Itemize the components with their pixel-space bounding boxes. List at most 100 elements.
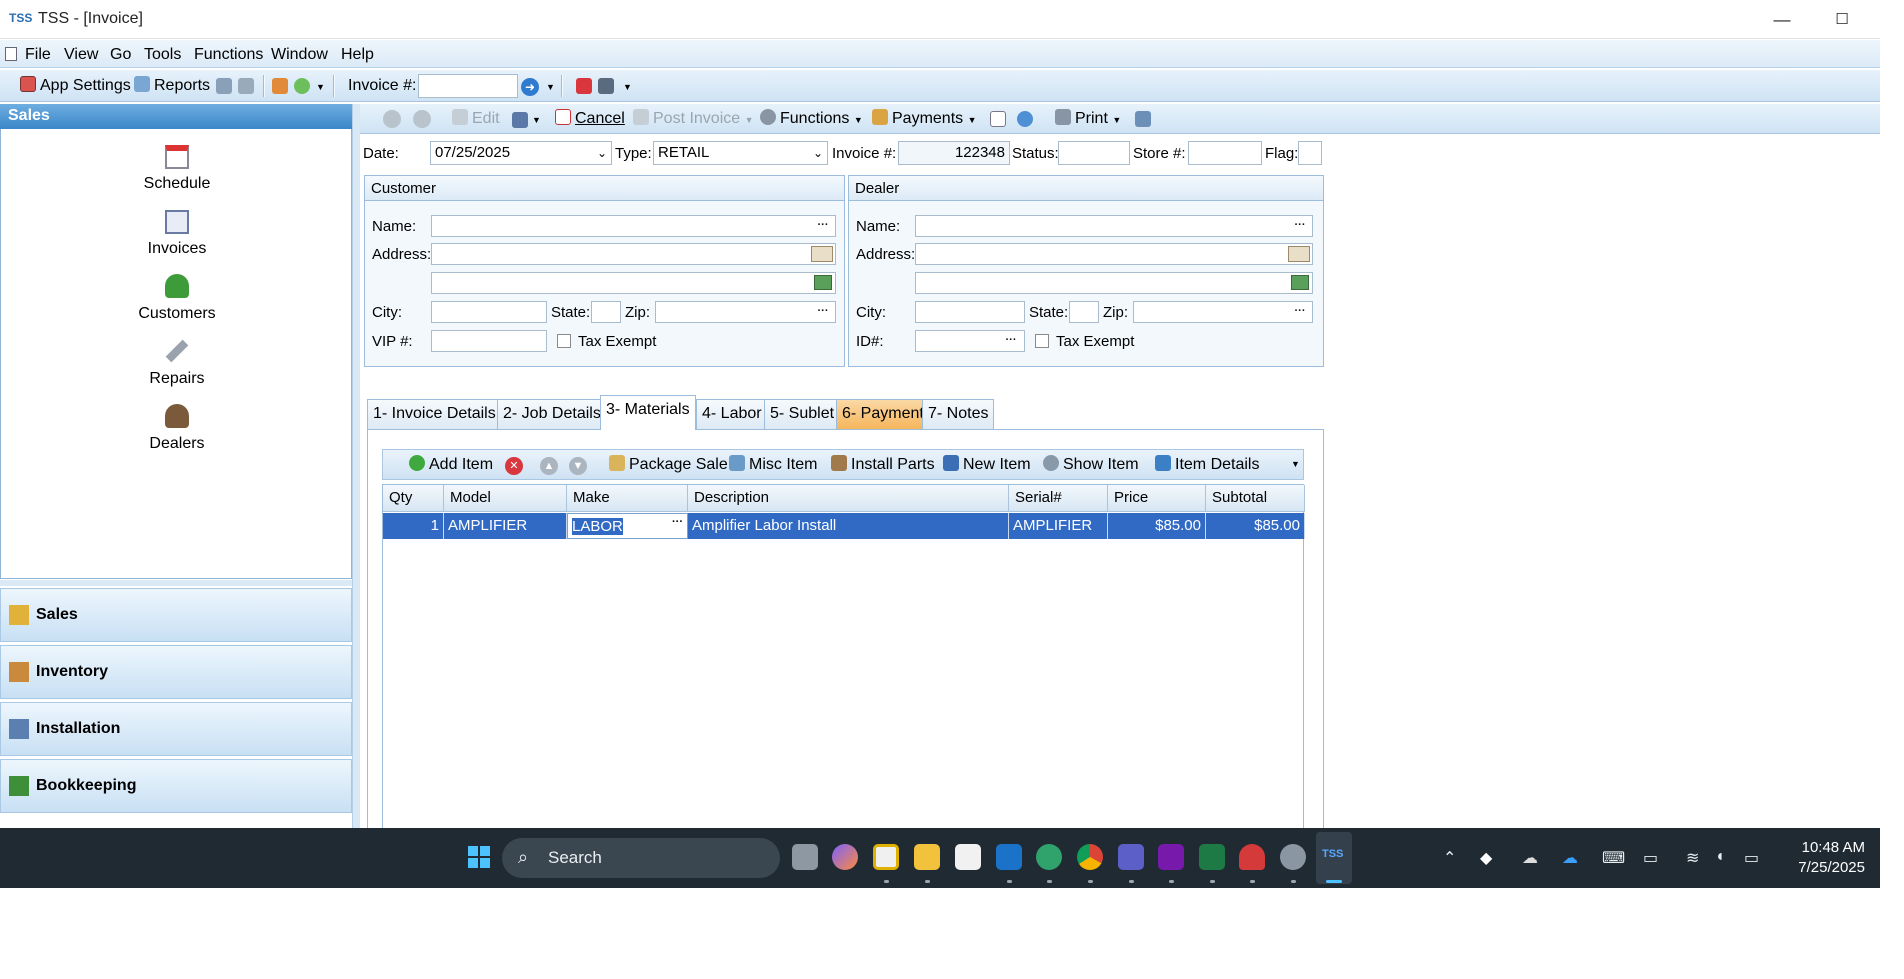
onedrive-icon[interactable]: ☁ — [1562, 848, 1578, 868]
chevron-down-icon[interactable]: ▼ — [623, 82, 632, 92]
save-icon[interactable] — [512, 112, 528, 128]
status-field[interactable] — [1058, 141, 1130, 165]
invoice-number-input[interactable] — [418, 74, 518, 98]
customer-name-input[interactable] — [431, 215, 836, 237]
customer-state-input[interactable] — [591, 301, 621, 323]
tab-notes[interactable]: 7- Notes — [922, 399, 995, 429]
back-icon[interactable] — [383, 110, 401, 128]
store-icon[interactable] — [955, 844, 981, 870]
edge-icon[interactable] — [1036, 844, 1062, 870]
arrow-down-icon[interactable]: ▼ — [569, 457, 587, 475]
tab-sublet[interactable]: 5- Sublet — [764, 399, 841, 429]
column-header-model[interactable]: Model — [444, 485, 567, 512]
customer-tax-exempt-checkbox[interactable] — [557, 334, 571, 348]
customer-icon[interactable] — [165, 274, 189, 298]
column-header-make[interactable]: Make — [567, 485, 688, 512]
copilot-icon[interactable] — [832, 844, 858, 870]
sidebar-link-customers[interactable]: Customers — [1, 305, 353, 323]
show-item-button[interactable]: Show Item — [1043, 454, 1139, 476]
chevron-up-icon[interactable]: ⌃ — [1443, 848, 1456, 868]
new-item-button[interactable]: New Item — [943, 454, 1031, 476]
invoice-icon[interactable] — [165, 210, 189, 234]
payments-menu-button[interactable]: Payments ▼ — [872, 108, 977, 130]
chevron-down-icon[interactable]: ▼ — [316, 82, 325, 92]
task-view-icon[interactable] — [792, 844, 818, 870]
flag-outline-icon[interactable] — [598, 78, 614, 94]
keyboard-icon[interactable]: ⌨ — [1602, 848, 1625, 868]
customer-address-input[interactable] — [431, 243, 836, 265]
cell-make-editor[interactable]: LABOR ··· — [567, 513, 688, 539]
chevron-down-icon[interactable]: ▼ — [532, 115, 541, 125]
make-selected-text[interactable]: LABOR — [572, 518, 623, 535]
ellipsis-icon[interactable]: ··· — [811, 303, 835, 323]
menu-go[interactable]: Go — [110, 46, 131, 64]
functions-menu-button[interactable]: Functions ▼ — [760, 108, 863, 130]
system-clock[interactable]: 10:48 AM 7/25/2025 — [1775, 838, 1865, 878]
add-item-button[interactable]: Add Item — [409, 454, 493, 476]
tab-job-details[interactable]: 2- Job Details — [497, 399, 607, 429]
nav-installation-button[interactable]: Installation — [0, 702, 352, 756]
cell-model[interactable]: AMPLIFIER — [444, 513, 567, 539]
cell-description[interactable]: Amplifier Labor Install — [688, 513, 1009, 539]
cell-serial[interactable]: AMPLIFIER — [1009, 513, 1108, 539]
onenote-icon[interactable] — [1158, 844, 1184, 870]
sidebar-link-invoices[interactable]: Invoices — [1, 240, 353, 258]
customer-address2-input[interactable] — [431, 272, 836, 294]
binoculars-icon[interactable] — [216, 78, 232, 94]
print-menu-button[interactable]: Print ▼ — [1055, 108, 1121, 130]
date-input[interactable]: 07/25/2025 ⌄ — [430, 141, 612, 165]
calendar-icon[interactable] — [165, 145, 189, 169]
sidebar-link-schedule[interactable]: Schedule — [1, 175, 353, 193]
chrome-icon[interactable] — [1077, 844, 1103, 870]
wrench-icon[interactable] — [165, 339, 189, 363]
customer-zip-input[interactable] — [655, 301, 836, 323]
dealer-city-input[interactable] — [915, 301, 1025, 323]
tab-labor[interactable]: 4- Labor — [696, 399, 768, 429]
chevron-down-icon[interactable]: ⌄ — [813, 142, 823, 164]
map-icon[interactable] — [1291, 275, 1309, 290]
sidebar-link-repairs[interactable]: Repairs — [1, 370, 353, 388]
ellipsis-icon[interactable]: ··· — [672, 516, 683, 528]
outlook-icon[interactable] — [996, 844, 1022, 870]
dealer-zip-input[interactable] — [1133, 301, 1313, 323]
column-header-serial[interactable]: Serial# — [1009, 485, 1108, 512]
map-icon[interactable] — [814, 275, 832, 290]
address-book-icon[interactable] — [1288, 246, 1310, 262]
column-header-description[interactable]: Description — [688, 485, 1009, 512]
reports-button[interactable]: Reports — [134, 75, 210, 97]
taskbar-search-box[interactable]: ⌕ Search — [502, 838, 780, 878]
teams-icon[interactable] — [1118, 844, 1144, 870]
edit-button[interactable]: Edit — [452, 108, 500, 130]
dealer-address2-input[interactable] — [915, 272, 1313, 294]
store-field[interactable] — [1188, 141, 1262, 165]
menu-functions[interactable]: Functions — [194, 46, 263, 64]
dealer-icon[interactable] — [165, 404, 189, 428]
tss-app-icon[interactable]: TSS — [1322, 848, 1343, 860]
wifi-icon[interactable]: ≋ — [1686, 848, 1699, 868]
dealer-state-input[interactable] — [1069, 301, 1099, 323]
globe-icon[interactable] — [294, 78, 310, 94]
app-settings-button[interactable]: App Settings — [20, 75, 131, 97]
ellipsis-icon[interactable]: ··· — [999, 332, 1023, 352]
cloud-error-icon[interactable]: ☁ — [1522, 848, 1538, 868]
tab-payment[interactable]: 6- Payment — [836, 399, 930, 429]
misc-item-button[interactable]: Misc Item — [729, 454, 817, 476]
cell-qty[interactable]: 1 — [383, 513, 444, 539]
package-sale-button[interactable]: Package Sale — [609, 454, 728, 476]
person-icon[interactable] — [272, 78, 288, 94]
windows-start-icon[interactable] — [468, 846, 490, 868]
type-select[interactable]: RETAIL ⌄ — [653, 141, 828, 165]
ellipsis-icon[interactable]: ··· — [1288, 303, 1312, 323]
new-document-icon[interactable] — [990, 111, 1006, 127]
nav-bookkeeping-button[interactable]: Bookkeeping — [0, 759, 352, 813]
ellipsis-icon[interactable]: ··· — [1288, 217, 1312, 237]
panel-resize-grip[interactable] — [0, 580, 352, 586]
tablet-icon[interactable]: ▭ — [1643, 848, 1658, 868]
column-header-subtotal[interactable]: Subtotal — [1206, 485, 1305, 512]
volume-icon[interactable]: ◖ — [1715, 848, 1725, 866]
tools-icon[interactable] — [238, 78, 254, 94]
tab-invoice-details[interactable]: 1- Invoice Details — [367, 399, 502, 429]
excel-icon[interactable] — [1199, 844, 1225, 870]
menu-window[interactable]: Window — [271, 46, 328, 64]
chevron-down-icon[interactable]: ▼ — [1291, 459, 1300, 469]
